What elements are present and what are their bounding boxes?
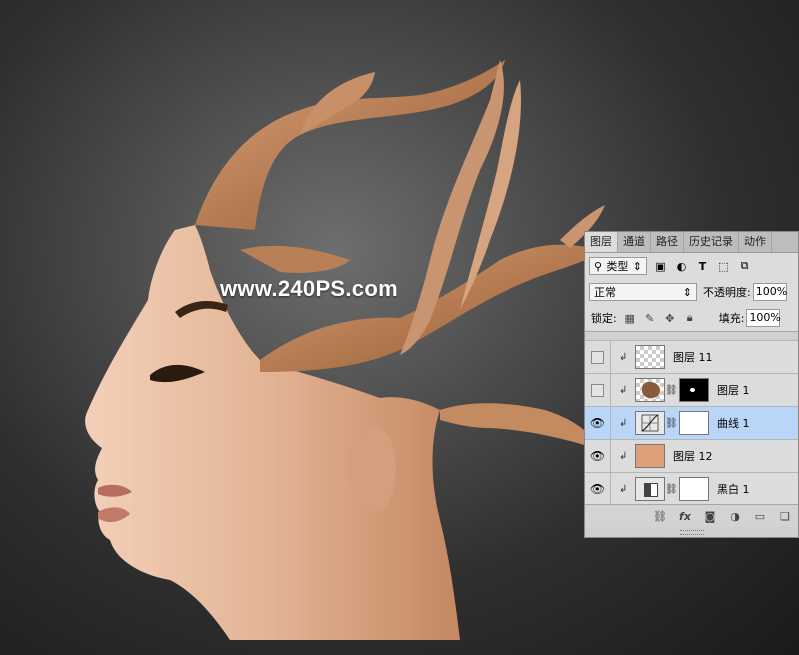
visibility-toggle[interactable]: 👁︎: [585, 406, 611, 440]
hidden-icon: [591, 383, 604, 397]
lock-all-icon[interactable]: 🔒︎: [683, 311, 697, 325]
updown-arrows-icon: ⇕: [632, 259, 642, 273]
tab-history[interactable]: 历史记录: [684, 232, 739, 252]
lock-brush-icon[interactable]: ✎: [643, 311, 657, 325]
layer-row-selected[interactable]: 👁︎ ↲ ⛓ 曲线 1: [585, 406, 798, 440]
link-chain-icon[interactable]: ⛓: [665, 418, 678, 429]
opacity-input[interactable]: 100%: [752, 283, 787, 301]
text-filter-icon[interactable]: T: [695, 259, 710, 274]
link-icon[interactable]: ⛓: [651, 507, 669, 525]
bw-adjustment-icon[interactable]: [635, 477, 665, 501]
blend-row: 正常 ⇕ 不透明度: 100%: [585, 279, 798, 305]
layer-filter-select[interactable]: ⚲ 类型 ⇕: [589, 257, 647, 275]
fill-input[interactable]: 100%: [746, 309, 781, 327]
lock-row: 锁定: ▦ ✎ ✥ 🔒︎ 填充: 100%: [585, 305, 798, 331]
blend-mode-value: 正常: [594, 286, 616, 299]
adjustment-filter-icon[interactable]: ◐: [674, 259, 689, 274]
lock-move-icon[interactable]: ✥: [663, 311, 677, 325]
image-filter-icon[interactable]: ▣: [653, 259, 668, 274]
eye-icon: 👁︎: [589, 449, 606, 463]
mask-icon[interactable]: ◙: [701, 507, 719, 525]
layer-name[interactable]: 图层 1: [717, 382, 750, 398]
smart-object-filter-icon[interactable]: ⧉: [737, 259, 752, 274]
fx-icon[interactable]: fx: [676, 507, 694, 525]
search-icon: ⚲: [594, 259, 603, 273]
clip-arrow-icon: ↲: [619, 417, 628, 429]
visibility-toggle[interactable]: [585, 373, 611, 407]
layer-mask-thumbnail[interactable]: [679, 411, 709, 435]
layer-mask-thumbnail[interactable]: [679, 477, 709, 501]
blend-mode-select[interactable]: 正常 ⇕: [589, 283, 697, 301]
link-chain-icon[interactable]: ⛓: [665, 484, 678, 495]
resize-grip[interactable]: [585, 527, 798, 537]
tab-layers[interactable]: 图层: [585, 232, 618, 252]
layer-mask-thumbnail[interactable]: [679, 378, 709, 402]
panel-tabs: 图层 通道 路径 历史记录 动作: [585, 232, 798, 253]
clip-arrow-icon: ↲: [619, 450, 628, 462]
tab-channels[interactable]: 通道: [618, 232, 651, 252]
lock-label: 锁定:: [591, 312, 617, 325]
visibility-toggle[interactable]: 👁︎: [585, 439, 611, 473]
layers-panel[interactable]: 图层 通道 路径 历史记录 动作 ⚲ 类型 ⇕ ▣ ◐ T ⬚ ⧉ 正常 ⇕ 不…: [584, 231, 799, 538]
layer-name[interactable]: 黑白 1: [717, 481, 750, 497]
adjustment-icon[interactable]: ◑: [726, 507, 744, 525]
eye-icon: 👁︎: [589, 482, 606, 496]
curves-adjustment-icon[interactable]: [635, 411, 665, 435]
watermark-text: www.240PS.com: [220, 276, 398, 301]
clip-arrow-icon: ↲: [619, 483, 628, 495]
fill-label: 填充:: [718, 312, 745, 325]
layer-row[interactable]: 👁︎ ↲ ⛓ 黑白 1: [585, 472, 798, 506]
layer-thumbnail[interactable]: [635, 444, 665, 468]
layer-name[interactable]: 图层 11: [673, 349, 713, 365]
panel-footer: ⛓ fx ◙ ◑ ▭ ❏: [585, 504, 798, 527]
layer-row[interactable]: ↲ 图层 11: [585, 340, 798, 374]
tab-paths[interactable]: 路径: [651, 232, 684, 252]
new-layer-icon[interactable]: ❏: [776, 507, 794, 525]
layer-name[interactable]: 图层 12: [673, 448, 713, 464]
layer-row[interactable]: ↲ ⛓ 图层 1: [585, 373, 798, 407]
updown-arrows-icon: ⇕: [682, 285, 692, 299]
clip-arrow-icon: ↲: [619, 384, 628, 396]
filter-row: ⚲ 类型 ⇕ ▣ ◐ T ⬚ ⧉: [585, 253, 798, 279]
layer-thumbnail[interactable]: [635, 345, 665, 369]
eye-icon: 👁︎: [589, 416, 606, 430]
link-chain-icon[interactable]: ⛓: [665, 385, 678, 396]
lock-transparency-icon[interactable]: ▦: [623, 311, 637, 325]
layer-list-top-edge: [585, 332, 798, 341]
layer-name[interactable]: 曲线 1: [717, 415, 750, 431]
clip-arrow-icon: ↲: [619, 351, 628, 363]
layer-list: ↲ 图层 11 ↲ ⛓ 图层 1 👁︎ ↲ ⛓ 曲线 1 👁︎ ↲ 图层 12 …: [585, 340, 798, 506]
opacity-label: 不透明度:: [703, 286, 751, 299]
folder-icon[interactable]: ▭: [751, 507, 769, 525]
visibility-toggle[interactable]: [585, 340, 611, 374]
layer-row[interactable]: 👁︎ ↲ 图层 12: [585, 439, 798, 473]
hidden-icon: [591, 350, 604, 364]
layer-thumbnail[interactable]: [635, 378, 665, 402]
tab-actions[interactable]: 动作: [739, 232, 772, 252]
shape-filter-icon[interactable]: ⬚: [716, 259, 731, 274]
filter-type-label: 类型: [606, 260, 629, 273]
visibility-toggle[interactable]: 👁︎: [585, 472, 611, 506]
